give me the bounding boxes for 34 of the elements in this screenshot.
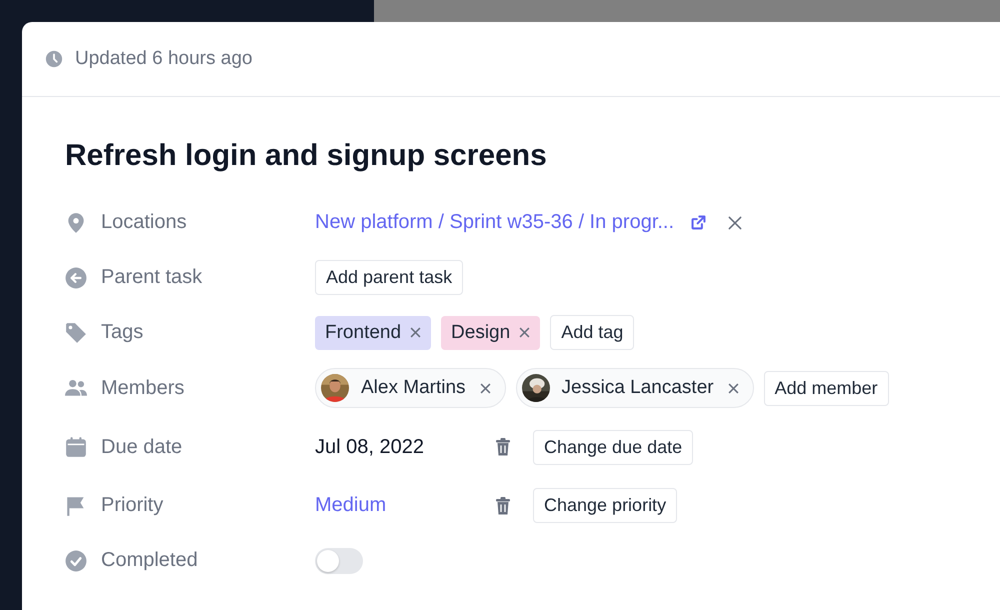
property-label: Tags xyxy=(101,321,144,344)
member-name: Alex Martins xyxy=(361,377,466,399)
property-label: Members xyxy=(101,376,184,400)
priority-value: Medium xyxy=(315,494,388,517)
add-parent-task-button[interactable]: Add parent task xyxy=(315,260,464,295)
remove-icon[interactable] xyxy=(519,327,530,338)
calendar-icon xyxy=(65,436,87,458)
remove-icon[interactable] xyxy=(728,382,739,394)
trash-icon[interactable] xyxy=(495,496,511,514)
property-label: Due date xyxy=(101,436,182,458)
property-label: Locations xyxy=(101,211,187,234)
tag-icon xyxy=(65,322,87,344)
clock-icon xyxy=(45,50,63,68)
remove-icon[interactable] xyxy=(410,327,422,338)
tag-label: Frontend xyxy=(325,322,402,344)
completed-toggle[interactable] xyxy=(315,548,363,574)
trash-icon[interactable] xyxy=(495,438,511,456)
property-label: Parent task xyxy=(101,266,202,289)
add-member-button[interactable]: Add member xyxy=(764,370,889,406)
change-due-date-button[interactable]: Change due date xyxy=(533,430,694,464)
property-label: Priority xyxy=(101,494,164,517)
task-title: Refresh login and signup screens xyxy=(65,139,548,173)
updated-time: Updated 6 hours ago xyxy=(75,48,252,70)
external-link-icon[interactable] xyxy=(690,214,708,231)
location-link[interactable]: New platform / Sprint w35-36 / In progr... xyxy=(315,211,674,234)
tag-label: Design xyxy=(451,322,510,344)
add-tag-button[interactable]: Add tag xyxy=(550,315,634,350)
due-date: Jul 08, 2022 xyxy=(315,436,425,458)
change-priority-button[interactable]: Change priority xyxy=(533,488,678,523)
property-label: Completed xyxy=(101,549,198,572)
check-circle-icon xyxy=(65,550,87,572)
close-icon[interactable] xyxy=(727,214,744,230)
member-name: Jessica Lancaster xyxy=(562,377,714,399)
remove-icon[interactable] xyxy=(480,382,491,394)
